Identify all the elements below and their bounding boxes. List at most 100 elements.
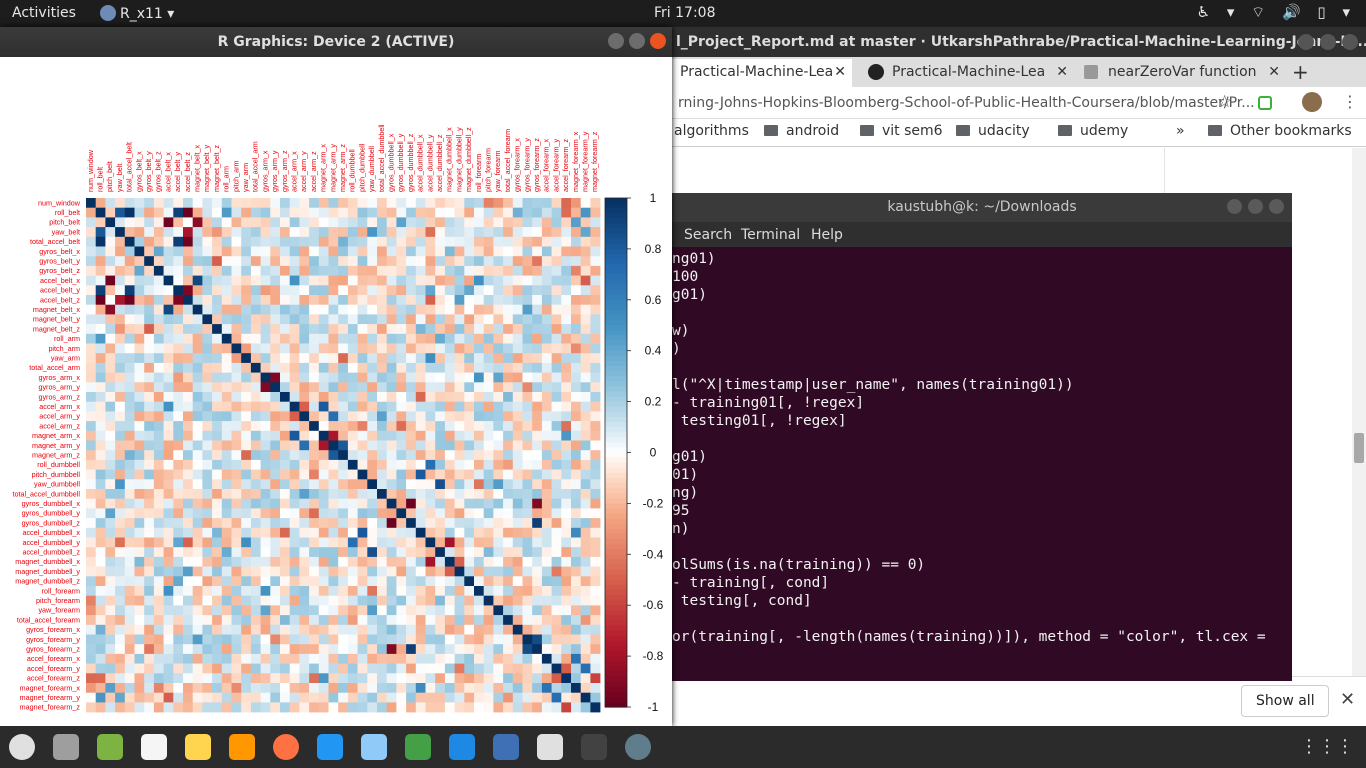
heatmap-cell [474, 198, 484, 208]
show-applications-icon[interactable]: ⋮⋮⋮ [1300, 736, 1354, 757]
screenshot-icon[interactable] [537, 734, 563, 760]
heatmap-cell [115, 576, 126, 587]
bookmark-vit-sem6[interactable]: vit sem6 [860, 123, 943, 139]
download-bar-close-icon[interactable]: ✕ [1340, 689, 1355, 710]
heatmap-cell [357, 508, 368, 519]
heatmap-cell [541, 227, 552, 238]
heatmap-cell [299, 605, 310, 616]
menu-help[interactable]: Help [811, 227, 843, 243]
heatmap-cell [551, 663, 562, 674]
heatmap-cell [86, 576, 96, 587]
heatmap-cell [541, 304, 552, 315]
text-editor-icon[interactable] [141, 734, 167, 760]
heatmap-cell [590, 576, 601, 587]
heatmap-cell [454, 595, 465, 606]
heatmap-cell [212, 663, 223, 674]
minimize-button[interactable] [1298, 34, 1314, 50]
tab-close-icon[interactable]: ✕ [1268, 64, 1280, 80]
sublime-icon[interactable] [229, 734, 255, 760]
heatmap-cell [231, 411, 242, 422]
maximize-button[interactable] [629, 33, 645, 49]
show-all-button[interactable]: Show all [1241, 685, 1329, 717]
r-icon[interactable] [493, 734, 519, 760]
system-tray[interactable]: ♿ ▾ ⌔ 🔊 ▯ ▾ [1197, 3, 1356, 22]
heatmap-cell [250, 547, 261, 558]
column-label: magnet_arm_y [328, 144, 337, 192]
row-label: yaw_arm [51, 353, 80, 362]
pikachu-icon[interactable] [185, 734, 211, 760]
heatmap-cell [425, 615, 436, 626]
heatmap-cell [425, 295, 436, 305]
heatmap-cell [347, 556, 358, 567]
page-scrollbar[interactable] [1352, 148, 1366, 703]
pycharm-icon[interactable] [405, 734, 431, 760]
todo-icon[interactable] [449, 734, 475, 760]
heatmap-cell [192, 498, 203, 509]
heatmap-cell [173, 595, 184, 606]
maximize-button[interactable] [1320, 34, 1336, 50]
tab-2[interactable]: Practical-Machine-Lea ✕ [862, 59, 1074, 87]
maximize-button[interactable] [1248, 199, 1263, 214]
android-studio-icon[interactable] [97, 734, 123, 760]
menu-search[interactable]: Search [684, 227, 732, 243]
heatmap-cell [444, 353, 455, 364]
bookmark-algorithms[interactable]: algorithms [674, 123, 749, 139]
close-button[interactable] [1342, 34, 1358, 50]
heatmap-cell [231, 314, 242, 325]
tab-close-icon[interactable]: ✕ [834, 64, 846, 80]
terminal-icon[interactable] [581, 734, 607, 760]
heatmap-cell [512, 605, 523, 616]
heatmap-cell [115, 586, 126, 596]
heatmap-cell [328, 256, 339, 267]
terminal-body[interactable]: ng01) 100 g01) w)) l("^X|timestamp|user_name… [672, 247, 1292, 681]
heatmap-cell [415, 227, 426, 238]
bookmark-android[interactable]: android [764, 123, 839, 139]
minimize-button[interactable] [608, 33, 624, 49]
page-scrollbar-thumb[interactable] [1354, 433, 1364, 463]
other-bookmarks[interactable]: Other bookmarks [1208, 123, 1352, 139]
r-graphics-icon[interactable] [625, 734, 651, 760]
column-label: magnet_belt_z [212, 144, 221, 192]
heatmap-cell [250, 653, 261, 664]
tab-close-icon[interactable]: ✕ [1056, 64, 1068, 80]
omnibox[interactable]: rning-Johns-Hopkins-Bloomberg-School-of-… [640, 87, 1366, 119]
vscode-icon[interactable] [317, 734, 343, 760]
heatmap-cell [260, 586, 271, 596]
firefox-icon[interactable] [273, 734, 299, 760]
terminal-window: kaustubh@k: ~/Downloads Search Terminal … [672, 193, 1292, 681]
tab-3[interactable]: nearZeroVar function ✕ [1074, 59, 1286, 87]
heatmap-cell [444, 246, 455, 257]
activities-button[interactable]: Activities [12, 5, 76, 21]
close-button[interactable] [1269, 199, 1284, 214]
heatmap-cell [474, 275, 484, 286]
heatmap-cell [183, 372, 193, 383]
heatmap-cell [522, 634, 533, 645]
heatmap-cell [425, 314, 436, 325]
heatmap-cell [124, 498, 135, 509]
bookmark-star-icon[interactable]: ☆ [1217, 92, 1232, 112]
heatmap-cell [357, 527, 368, 538]
bookmark-udacity[interactable]: udacity [956, 123, 1030, 139]
chrome-icon[interactable] [9, 734, 35, 760]
bookmarks-overflow[interactable]: » [1176, 123, 1185, 139]
clock[interactable]: Fri 17:08 [654, 5, 715, 21]
bookmark-udemy[interactable]: udemy [1058, 123, 1128, 139]
minimize-button[interactable] [1227, 199, 1242, 214]
heatmap-cell [299, 265, 310, 276]
heatmap-cell [250, 207, 261, 218]
menu-terminal[interactable]: Terminal [741, 227, 800, 243]
virtualbox-icon[interactable] [361, 734, 387, 760]
heatmap-cell [289, 653, 300, 664]
menu-dots-icon[interactable]: ⋮ [1342, 92, 1358, 111]
heatmap-cell [202, 372, 213, 383]
extension-icon[interactable] [1258, 96, 1272, 110]
close-button[interactable] [650, 33, 666, 49]
profile-avatar[interactable] [1302, 92, 1322, 112]
heatmap-cell [590, 372, 601, 383]
heatmap-cell [551, 236, 562, 247]
heatmap-cell [493, 692, 504, 703]
heatmap-cell [541, 411, 552, 422]
new-tab-button[interactable]: + [1292, 60, 1309, 84]
files-icon[interactable] [53, 734, 79, 760]
app-menu[interactable]: R_x11 ▾ [100, 5, 174, 22]
